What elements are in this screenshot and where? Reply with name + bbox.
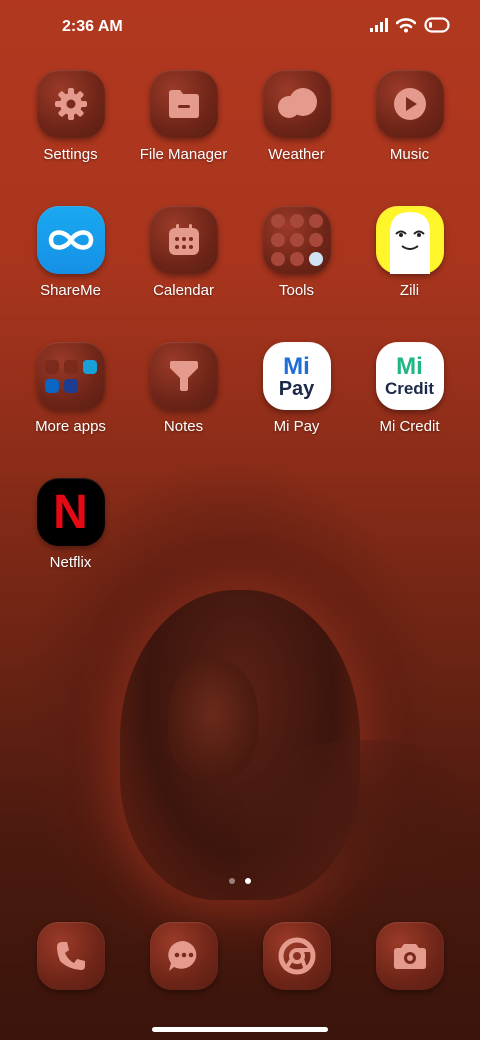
app-more-apps[interactable]: More apps bbox=[14, 342, 127, 478]
battery-icon bbox=[424, 17, 450, 33]
clock-mini-icon bbox=[308, 214, 323, 228]
app-weather[interactable]: Weather bbox=[240, 70, 353, 206]
app-settings[interactable]: Settings bbox=[14, 70, 127, 206]
mi-credit-label: Mi Credit bbox=[379, 418, 440, 435]
file-manager-label: File Manager bbox=[139, 146, 228, 163]
music-app-icon[interactable] bbox=[375, 70, 444, 138]
page-dot-1[interactable] bbox=[229, 878, 235, 884]
cloud-icon bbox=[277, 88, 317, 118]
app-netflix[interactable]: N Netflix bbox=[14, 478, 127, 614]
video-mini-icon bbox=[308, 233, 323, 247]
mi-pay-label: Mi Pay bbox=[273, 418, 320, 435]
booking-mini-icon bbox=[63, 378, 78, 393]
app-music[interactable]: Music bbox=[353, 70, 466, 206]
netflix-label: Netflix bbox=[49, 554, 92, 571]
status-time: 2:36 AM bbox=[62, 18, 123, 35]
app-notes[interactable]: Notes bbox=[127, 342, 240, 478]
calendar-label: Calendar bbox=[153, 282, 214, 299]
home-app-grid: Settings File Manager Weather Music Shar… bbox=[14, 70, 466, 614]
mi-pay-mi-text: Mi bbox=[283, 353, 310, 380]
more-apps-folder-icon[interactable] bbox=[36, 342, 105, 410]
empty-slot bbox=[83, 379, 97, 393]
settings-app-icon[interactable] bbox=[36, 70, 105, 138]
file-manager-app-icon[interactable] bbox=[149, 70, 218, 138]
music-label: Music bbox=[389, 146, 430, 163]
wallpaper-lion-body bbox=[240, 740, 470, 920]
mi-pay-pay-text: Pay bbox=[278, 378, 315, 400]
shareme-app-icon[interactable] bbox=[36, 206, 105, 274]
netflix-app-icon[interactable]: N bbox=[36, 478, 105, 546]
triangle-mini-icon bbox=[289, 214, 304, 228]
netflix-icon: N bbox=[53, 485, 88, 539]
more-apps-label: More apps bbox=[35, 418, 106, 435]
phone-icon bbox=[56, 942, 85, 970]
camera-icon bbox=[393, 944, 426, 969]
status-icons bbox=[370, 17, 450, 33]
notes-app-icon[interactable] bbox=[149, 342, 218, 410]
tools-folder-icon[interactable] bbox=[262, 206, 331, 274]
dock-chrome-app[interactable] bbox=[262, 922, 331, 990]
home-gesture-bar[interactable] bbox=[152, 1027, 328, 1032]
app-tools[interactable]: Tools bbox=[240, 206, 353, 342]
tools-label: Tools bbox=[278, 282, 315, 299]
zili-face-icon bbox=[389, 212, 430, 274]
wifi-icon bbox=[396, 18, 416, 33]
app-mi-pay[interactable]: Mi Pay Mi Pay bbox=[240, 342, 353, 478]
compass-mini-icon bbox=[308, 252, 323, 266]
infinity-icon bbox=[48, 230, 93, 250]
notes-label: Notes bbox=[163, 418, 204, 435]
settings-label: Settings bbox=[43, 146, 98, 163]
linkedin-mini-icon bbox=[44, 378, 59, 393]
app-mi-credit[interactable]: Mi Credit Mi Credit bbox=[353, 342, 466, 478]
app-file-manager[interactable]: File Manager bbox=[127, 70, 240, 206]
gear-icon bbox=[54, 88, 87, 120]
page-dot-2-active[interactable] bbox=[245, 878, 251, 884]
page-indicator[interactable] bbox=[0, 878, 480, 884]
mi-pay-app-icon[interactable]: Mi Pay bbox=[262, 342, 331, 410]
folder-icon bbox=[168, 90, 199, 118]
notes-icon bbox=[169, 361, 198, 391]
mic-mini-icon bbox=[289, 233, 304, 247]
calculator-mini-icon bbox=[270, 252, 285, 266]
weather-label: Weather bbox=[268, 146, 325, 163]
shareme-label: ShareMe bbox=[40, 282, 101, 299]
message-icon bbox=[167, 940, 196, 971]
facebook-mini-icon bbox=[63, 359, 78, 374]
app-zili[interactable]: Zili bbox=[353, 206, 466, 342]
dock bbox=[14, 922, 466, 990]
plus-mini-icon bbox=[289, 252, 304, 266]
mi-credit-mi-text: Mi bbox=[396, 353, 423, 380]
status-bar: 2:36 AM bbox=[0, 0, 480, 56]
shop-mini-icon bbox=[44, 359, 59, 374]
mi-credit-app-icon[interactable]: Mi Credit bbox=[375, 342, 444, 410]
more-apps-folder-grid bbox=[39, 354, 103, 399]
wallpaper-lion-face bbox=[168, 660, 258, 780]
dock-messages-app[interactable] bbox=[149, 922, 218, 990]
mi-credit-credit-text: Credit bbox=[384, 379, 435, 398]
dock-phone-app[interactable] bbox=[36, 922, 105, 990]
app-shareme[interactable]: ShareMe bbox=[14, 206, 127, 342]
app-calendar[interactable]: Calendar bbox=[127, 206, 240, 342]
prime-video-mini-icon bbox=[82, 359, 97, 374]
zili-app-icon[interactable] bbox=[375, 206, 444, 274]
calendar-icon bbox=[168, 224, 199, 255]
chrome-icon bbox=[278, 937, 315, 975]
tools-folder-grid bbox=[265, 208, 329, 272]
play-icon bbox=[393, 88, 426, 120]
weather-app-icon[interactable] bbox=[262, 70, 331, 138]
signal-icon bbox=[370, 18, 388, 32]
zili-label: Zili bbox=[399, 282, 420, 299]
contacts-mini-icon bbox=[270, 214, 285, 228]
calendar-app-icon[interactable] bbox=[149, 206, 218, 274]
dock-camera-app[interactable] bbox=[375, 922, 444, 990]
scanner-mini-icon bbox=[270, 233, 285, 247]
